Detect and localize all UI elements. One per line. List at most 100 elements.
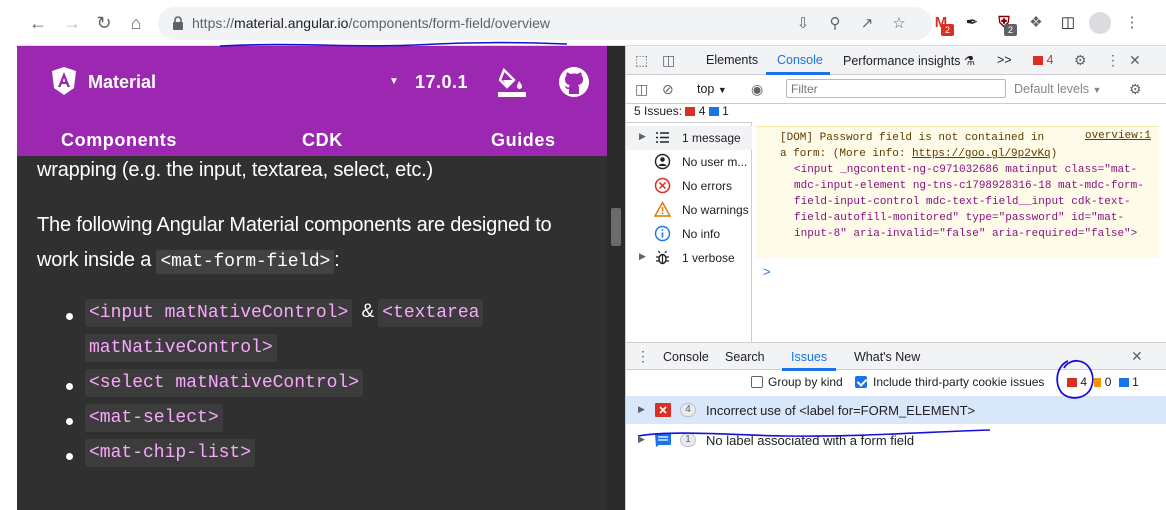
chrome-menu-icon[interactable]: ⋮ xyxy=(1121,12,1143,34)
home-icon[interactable]: ⌂ xyxy=(125,12,147,34)
clear-console-icon[interactable]: ⊘ xyxy=(662,81,674,98)
warning-count-icon xyxy=(1094,378,1102,387)
version-selector[interactable]: 17.0.1 xyxy=(415,72,468,93)
code-select-native: <select matNativeControl> xyxy=(85,369,364,397)
list-item: <input matNativeControl> & <textarea xyxy=(66,299,625,327)
settings-gear-icon[interactable]: ⚙ xyxy=(1074,52,1087,69)
paragraph-components-a: The following Angular Material component… xyxy=(37,214,552,236)
console-sidebar: ▶ 1 message No user m... No errors No wa… xyxy=(626,122,752,342)
expand-triangle-icon[interactable]: ▶ xyxy=(638,404,645,415)
bookmark-star-icon[interactable]: ☆ xyxy=(890,15,908,33)
tab-performance-insights[interactable]: Performance insights ⚗ xyxy=(843,53,975,68)
close-devtools-icon[interactable]: ✕ xyxy=(1129,52,1141,69)
sidebar-item-user-messages[interactable]: No user m... xyxy=(626,150,752,174)
paragraph-components-b: work inside a <mat-form-field>: xyxy=(37,249,340,274)
address-bar[interactable]: https://material.angular.io/components/f… xyxy=(158,7,932,40)
more-tabs-button[interactable]: >> xyxy=(997,53,1012,67)
info-count-icon xyxy=(1118,378,1129,387)
info-issue-icon xyxy=(708,107,719,116)
issue-counts[interactable]: 4 0 1 xyxy=(1067,375,1139,389)
group-by-kind-label: Group by kind xyxy=(768,375,843,389)
list-item-continuation: matNativeControl> xyxy=(85,334,625,362)
inspect-element-icon[interactable]: ⬚ xyxy=(635,52,648,69)
log-levels-dropdown[interactable]: Default levels ▼ xyxy=(1014,82,1101,96)
error-issue-icon xyxy=(685,107,696,116)
ublock-badge: 2 xyxy=(1004,24,1017,36)
expand-triangle-icon[interactable]: ▶ xyxy=(639,131,646,142)
error-square-icon xyxy=(655,403,671,417)
more-options-icon[interactable]: ⋮ xyxy=(1106,52,1120,69)
paragraph-wrapping: wrapping (e.g. the input, textarea, sele… xyxy=(37,159,433,181)
back-arrow-icon[interactable]: ← xyxy=(27,12,49,34)
inline-code-mat-form-field: <mat-form-field> xyxy=(156,250,335,274)
forward-arrow-icon[interactable]: → xyxy=(61,12,83,34)
material-header: Material ▼ 17.0.1 Components CDK Guides xyxy=(17,46,607,156)
profile-avatar[interactable] xyxy=(1089,12,1111,34)
drawer-tab-bar: ⋮ Console Search Issues What's New ✕ xyxy=(626,342,1166,371)
page-scrollbar-thumb[interactable] xyxy=(611,208,621,246)
bug-icon xyxy=(656,250,669,265)
url-text: https://material.angular.io/components/f… xyxy=(192,15,550,31)
close-drawer-icon[interactable]: ✕ xyxy=(1131,348,1143,365)
tab-console[interactable]: Console xyxy=(777,53,823,67)
sidebar-item-verbose[interactable]: ▶ 1 verbose xyxy=(626,246,752,270)
install-app-icon[interactable]: ⇩ xyxy=(794,15,812,33)
info-circle-icon xyxy=(654,225,671,242)
info-square-icon xyxy=(655,433,671,447)
device-toolbar-icon[interactable]: ◫ xyxy=(662,52,675,69)
sidebar-item-messages[interactable]: ▶ 1 message xyxy=(626,126,752,150)
version-caret-icon[interactable]: ▼ xyxy=(389,76,399,87)
nav-cdk[interactable]: CDK xyxy=(302,130,343,151)
console-warning-message[interactable]: overview:1 [DOM] Password field is not c… xyxy=(756,126,1159,258)
nav-components[interactable]: Components xyxy=(61,130,177,151)
lock-icon xyxy=(173,16,183,30)
source-link[interactable]: overview:1 xyxy=(1085,130,1151,142)
context-selector[interactable]: top ▼ xyxy=(697,82,727,96)
more-info-link[interactable]: https://goo.gl/9p2vKq xyxy=(912,148,1051,160)
sidebar-toggle-icon[interactable]: ◫ xyxy=(635,81,648,98)
reload-icon[interactable]: ↻ xyxy=(93,12,115,34)
gmail-badge: 2 xyxy=(941,24,954,36)
error-counter[interactable]: 4 xyxy=(1033,53,1053,67)
devtools-panel: ⬚ ◫ Elements Console Performance insight… xyxy=(625,46,1166,510)
sidebar-item-info[interactable]: No info xyxy=(626,222,752,246)
angular-logo-icon[interactable] xyxy=(51,66,77,96)
console-filter-input[interactable] xyxy=(786,79,1006,98)
flask-icon: ⚗ xyxy=(963,54,976,68)
drawer-tab-search[interactable]: Search xyxy=(725,350,765,364)
console-prompt[interactable]: > xyxy=(763,264,771,279)
issue-row-incorrect-label[interactable]: ▶ 4 Incorrect use of <label for=FORM_ELE… xyxy=(626,396,1166,424)
issues-summary[interactable]: 5 Issues: 4 1 xyxy=(634,104,729,118)
material-page: Material ▼ 17.0.1 Components CDK Guides … xyxy=(17,46,625,510)
include-third-party-checkbox[interactable] xyxy=(855,376,867,388)
sidebar-item-warnings[interactable]: No warnings xyxy=(626,198,752,222)
code-mat-chip-list: <mat-chip-list> xyxy=(85,439,256,467)
code-textarea-native: matNativeControl> xyxy=(85,334,277,362)
theme-picker-icon[interactable] xyxy=(497,66,527,98)
user-icon xyxy=(654,153,671,170)
expand-triangle-icon[interactable]: ▶ xyxy=(639,251,646,262)
group-by-kind-checkbox[interactable] xyxy=(751,376,763,388)
sidebar-item-errors[interactable]: No errors xyxy=(626,174,752,198)
drawer-tab-issues[interactable]: Issues xyxy=(791,350,827,364)
issues-options-bar: Group by kind Include third-party cookie… xyxy=(626,370,1166,396)
issue-row-no-label[interactable]: ▶ 1 No label associated with a form fiel… xyxy=(626,426,1166,454)
expand-triangle-icon[interactable]: ▶ xyxy=(638,434,645,445)
drawer-menu-icon[interactable]: ⋮ xyxy=(636,348,650,365)
github-icon[interactable] xyxy=(558,66,590,98)
drawer-tab-console[interactable]: Console xyxy=(663,350,709,364)
code-mat-select: <mat-select> xyxy=(85,404,223,432)
element-html-snippet[interactable]: <input _ngcontent-ng-c971032686 matinput… xyxy=(780,162,1153,242)
console-settings-gear-icon[interactable]: ⚙ xyxy=(1129,81,1142,98)
extensions-puzzle-icon[interactable]: ❖ xyxy=(1025,12,1047,34)
drawer-tab-whats-new[interactable]: What's New xyxy=(854,350,920,364)
tab-elements[interactable]: Elements xyxy=(706,53,758,67)
nav-guides[interactable]: Guides xyxy=(491,130,556,151)
live-expression-eye-icon[interactable]: ◉ xyxy=(751,81,763,98)
share-icon[interactable]: ↗ xyxy=(858,15,876,33)
zoom-icon[interactable]: ⚲ xyxy=(826,15,844,33)
page-scrollbar[interactable] xyxy=(607,46,625,510)
eyedropper-extension-icon[interactable]: ✒ xyxy=(961,12,983,34)
brand-title[interactable]: Material xyxy=(88,72,156,93)
side-panel-icon[interactable]: ◫ xyxy=(1057,12,1079,34)
